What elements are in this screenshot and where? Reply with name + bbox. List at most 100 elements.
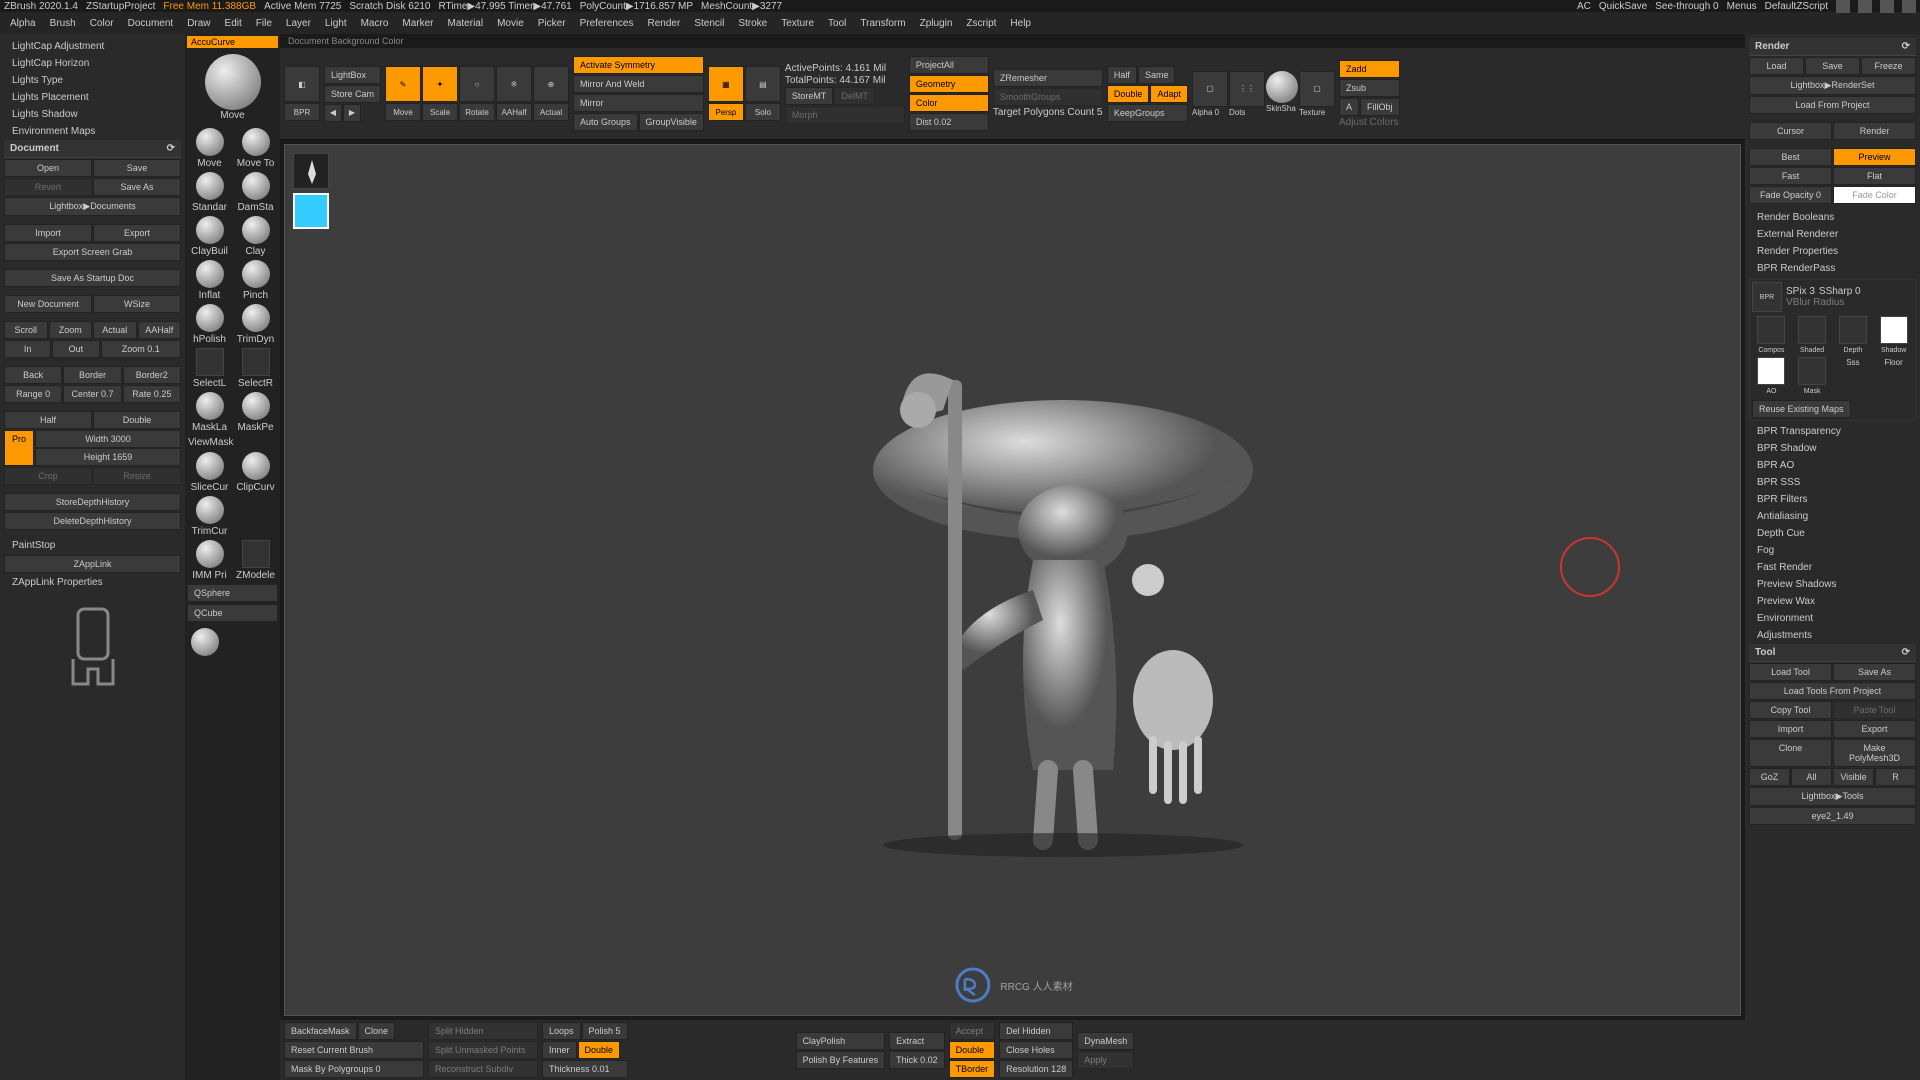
dots-icon[interactable]: ⋮⋮ [1229, 71, 1265, 107]
render-load[interactable]: Load [1749, 57, 1804, 75]
adjustments[interactable]: Adjustments [1749, 627, 1916, 644]
persp-button[interactable]: Persp [708, 103, 744, 121]
keep-groups[interactable]: KeepGroups [1107, 104, 1188, 122]
refresh-icon[interactable]: ⟳ [1902, 41, 1910, 52]
zoom-icon[interactable]: ⊕ [533, 66, 569, 102]
brush-zmodeler[interactable]: ZModele [233, 539, 278, 582]
refresh-icon[interactable]: ⟳ [1902, 647, 1910, 658]
preview-shadows[interactable]: Preview Shadows [1749, 576, 1916, 593]
width-slider[interactable]: Width 3000 [35, 430, 181, 448]
render-booleans[interactable]: Render Booleans [1749, 209, 1916, 226]
geometry-button[interactable]: Geometry [909, 75, 989, 93]
group-visible[interactable]: GroupVisible [639, 113, 704, 131]
export-screen-grab[interactable]: Export Screen Grab [4, 243, 181, 261]
scroll-button[interactable]: Scroll [4, 321, 48, 339]
lightbox-button[interactable]: LightBox [324, 66, 381, 84]
document-header[interactable]: Document ⟳ [4, 140, 181, 158]
shaded-pass[interactable] [1798, 316, 1826, 344]
preview-mode[interactable]: Preview [1833, 148, 1916, 166]
brush-move[interactable]: Move [187, 127, 232, 170]
lights-type[interactable]: Lights Type [4, 72, 181, 89]
copy-tool[interactable]: Copy Tool [1749, 701, 1832, 719]
bpr-ao[interactable]: BPR AO [1749, 457, 1916, 474]
cursor-button[interactable]: Cursor [1749, 122, 1832, 140]
tool-name[interactable]: eye2_1.49 [1749, 807, 1916, 825]
zapplink-properties[interactable]: ZAppLink Properties [4, 574, 181, 591]
menu-macro[interactable]: Macro [361, 18, 389, 29]
fade-color[interactable]: Fade Color [1833, 186, 1916, 204]
menu-transform[interactable]: Transform [860, 18, 905, 29]
saveas-button[interactable]: Save As [93, 178, 181, 196]
goz-all[interactable]: All [1791, 768, 1832, 786]
menu-brush[interactable]: Brush [50, 18, 76, 29]
rate-slider[interactable]: Rate 0.25 [123, 385, 181, 403]
bpr-sss[interactable]: BPR SSS [1749, 474, 1916, 491]
reconstruct-subdiv[interactable]: Reconstruct Subdiv [428, 1060, 538, 1078]
menu-color[interactable]: Color [90, 18, 114, 29]
zremesher-button[interactable]: ZRemesher [993, 69, 1103, 87]
reset-brush[interactable]: Reset Current Brush [284, 1041, 424, 1059]
split-unmasked[interactable]: Split Unmasked Points [428, 1041, 538, 1059]
mirror-and-weld[interactable]: Mirror And Weld [573, 75, 704, 93]
external-renderer[interactable]: External Renderer [1749, 226, 1916, 243]
spix-slider[interactable]: SPix 3 [1786, 286, 1815, 297]
mask-pass[interactable] [1798, 357, 1826, 385]
new-document[interactable]: New Document [4, 295, 92, 313]
half-res[interactable]: Half [1107, 66, 1137, 84]
zsub-button[interactable]: Zsub [1339, 79, 1400, 97]
make-polymesh3d[interactable]: Make PolyMesh3D [1833, 739, 1916, 767]
prev-cam-icon[interactable]: ◀ [324, 104, 342, 122]
close-icon[interactable] [1902, 0, 1916, 13]
brush-standard[interactable]: Standar [187, 171, 232, 214]
aahalf-mode[interactable]: AAHalf [496, 103, 532, 121]
reuse-maps[interactable]: Reuse Existing Maps [1752, 400, 1851, 418]
menu-help[interactable]: Help [1010, 18, 1031, 29]
lights-shadow[interactable]: Lights Shadow [4, 106, 181, 123]
apply-dynamesh[interactable]: Apply [1077, 1051, 1134, 1069]
accucurve-label[interactable]: AccuCurve [187, 36, 278, 48]
lightbox-tools[interactable]: Lightbox▶Tools [1749, 787, 1916, 806]
save-startup-doc[interactable]: Save As Startup Doc [4, 269, 181, 287]
auto-groups[interactable]: Auto Groups [573, 113, 638, 131]
menu-render[interactable]: Render [648, 18, 681, 29]
double-res[interactable]: Double [1107, 85, 1150, 103]
tool-import[interactable]: Import [1749, 720, 1832, 738]
backface-mask[interactable]: BackfaceMask [284, 1022, 357, 1040]
revert-button[interactable]: Revert [4, 178, 92, 196]
resize-button[interactable]: Resize [93, 467, 181, 485]
menu-file[interactable]: File [256, 18, 272, 29]
split-hidden[interactable]: Split Hidden [428, 1022, 538, 1040]
paste-tool[interactable]: Paste Tool [1833, 701, 1916, 719]
render-header[interactable]: Render ⟳ [1749, 38, 1916, 56]
load-tools-project[interactable]: Load Tools From Project [1749, 682, 1916, 700]
lightcap-adjustment[interactable]: LightCap Adjustment [4, 38, 181, 55]
menu-draw[interactable]: Draw [187, 18, 210, 29]
tool-header[interactable]: Tool ⟳ [1749, 644, 1916, 662]
brush-claybuildup[interactable]: ClayBuil [187, 215, 232, 258]
edit-mode-icon[interactable]: ✎ [385, 66, 421, 102]
export-button[interactable]: Export [93, 224, 181, 242]
ao-pass[interactable] [1757, 357, 1785, 385]
menu-preferences[interactable]: Preferences [580, 18, 634, 29]
depth-cue[interactable]: Depth Cue [1749, 525, 1916, 542]
border-button[interactable]: Border [63, 366, 121, 384]
brush-clay[interactable]: Clay [233, 215, 278, 258]
refresh-icon[interactable]: ⟳ [167, 143, 175, 154]
del-mt[interactable]: DelMT [834, 87, 875, 105]
render-freeze[interactable]: Freeze [1861, 57, 1916, 75]
maximize-icon[interactable] [1880, 0, 1894, 13]
qsphere-button[interactable]: QSphere [187, 584, 278, 602]
edit-icon[interactable]: ▦ [708, 66, 744, 102]
preview-wax[interactable]: Preview Wax [1749, 593, 1916, 610]
alpha-icon[interactable]: ▢ [1192, 71, 1228, 107]
brush-trimcurve[interactable]: TrimCur [187, 495, 232, 538]
save-button[interactable]: Save [93, 159, 181, 177]
brush-slicecurve[interactable]: SliceCur [187, 451, 232, 494]
menu-alpha[interactable]: Alpha [10, 18, 36, 29]
goz-r[interactable]: R [1875, 768, 1916, 786]
smooth-groups[interactable]: SmoothGroups [993, 88, 1103, 106]
brush-viewmask[interactable]: ViewMask [187, 436, 278, 449]
draw-mode-icon[interactable]: ✦ [422, 66, 458, 102]
floor-icon[interactable]: ▤ [745, 66, 781, 102]
viewport[interactable]: RRCG 人人素材 [284, 144, 1741, 1016]
